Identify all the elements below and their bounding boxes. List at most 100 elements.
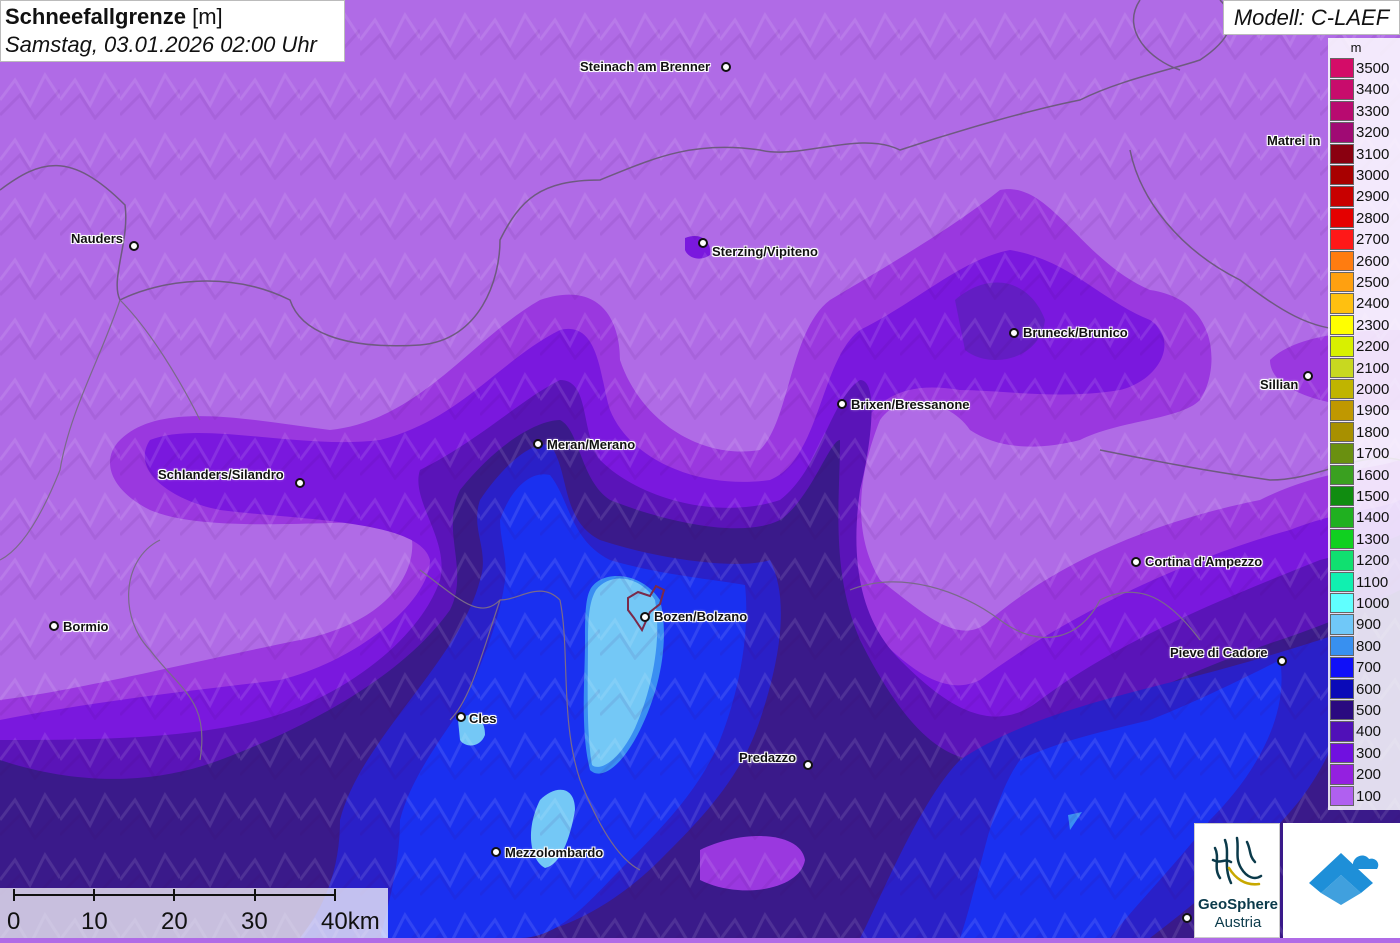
legend-item: 600	[1330, 678, 1400, 700]
legend-item: 2500	[1330, 272, 1400, 293]
legend-swatch	[1330, 764, 1354, 785]
city-label-cles: Cles	[469, 711, 497, 726]
legend-swatch	[1330, 700, 1354, 721]
legend-swatch	[1330, 143, 1354, 164]
city-dot-cles[interactable]	[456, 712, 466, 722]
legend-swatch	[1330, 314, 1354, 336]
legend-swatch	[1330, 100, 1354, 122]
model-label: Modell: C-LAEF	[1223, 0, 1400, 35]
legend-value: 3000	[1356, 167, 1390, 184]
legend-value: 2100	[1356, 359, 1390, 377]
legend-item: 2000	[1330, 379, 1400, 400]
legend-swatch	[1330, 678, 1354, 699]
legend-item: 1100	[1330, 571, 1400, 593]
legend-item: 3300	[1330, 100, 1400, 122]
scale-label-40km: 40km	[321, 908, 380, 935]
legend-value: 1300	[1356, 530, 1390, 548]
legend-swatch	[1330, 443, 1354, 464]
legend-item: 1200	[1330, 550, 1400, 571]
city-dot-bozen[interactable]	[640, 612, 650, 622]
legend-item: 3100	[1330, 143, 1400, 165]
scale-label-20: 20	[161, 908, 188, 935]
city-label-bozen: Bozen/Bolzano	[654, 609, 748, 624]
legend-value: 2800	[1356, 209, 1390, 227]
color-legend: m 3500 3400 3300 3200 3100 3000 2900 2800 2700 26…	[1328, 38, 1400, 810]
map-title-box: Schneefallgrenze [m] Samstag, 03.01.2026…	[0, 0, 345, 62]
legend-value: 1900	[1356, 402, 1390, 420]
city-dot-bormio[interactable]	[49, 621, 59, 631]
legend-item: 1300	[1330, 528, 1400, 550]
legend-value: 2300	[1356, 316, 1390, 334]
legend-swatch	[1330, 486, 1354, 507]
city-label-pieve: Pieve di Cadore	[1170, 645, 1268, 660]
legend-item: 2100	[1330, 357, 1400, 379]
city-dot-predazzo[interactable]	[803, 760, 813, 770]
legend-swatch	[1330, 571, 1354, 592]
legend-value: 3300	[1356, 102, 1390, 120]
legend-value: 1100	[1356, 573, 1389, 591]
legend-value: 3100	[1356, 145, 1390, 163]
scale-label-0: 0	[7, 908, 21, 935]
legend-swatch	[1330, 635, 1354, 657]
city-dot-sillian[interactable]	[1303, 371, 1313, 381]
city-label-nauders: Nauders	[71, 231, 124, 246]
legend-swatch	[1330, 528, 1354, 550]
legend-item: 2900	[1330, 186, 1400, 207]
legend-value: 1700	[1356, 445, 1390, 463]
legend-swatch	[1330, 293, 1354, 314]
legend-item: 1800	[1330, 421, 1400, 443]
legend-item: 2400	[1330, 293, 1400, 314]
city-dot-schlanders[interactable]	[295, 478, 305, 488]
legend-swatch	[1330, 207, 1354, 229]
city-dot-pieve[interactable]	[1277, 656, 1287, 666]
city-dot-brixen[interactable]	[837, 399, 847, 409]
legend-item: 100	[1330, 785, 1400, 807]
city-label-brixen: Brixen/Bressanone	[851, 397, 970, 412]
city-label-bruneck: Bruneck/Brunico	[1023, 325, 1128, 340]
legend-item: 400	[1330, 721, 1400, 742]
city-dot-nauders[interactable]	[129, 241, 139, 251]
geosphere-sub: Austria	[1214, 914, 1262, 931]
legend-swatch	[1330, 742, 1354, 764]
legend-value: 900	[1356, 616, 1382, 634]
city-dot-cortina[interactable]	[1131, 557, 1141, 567]
legend-item: 900	[1330, 614, 1400, 635]
city-label-sillian: Sillian	[1260, 377, 1299, 392]
legend-swatch	[1330, 614, 1354, 635]
legend-swatch	[1330, 357, 1354, 378]
legend-swatch	[1330, 593, 1354, 614]
legend-item: 2700	[1330, 229, 1400, 250]
legend-value: 400	[1356, 723, 1382, 741]
legend-value: 2500	[1356, 274, 1390, 291]
city-dot-meran[interactable]	[533, 439, 543, 449]
legend-value: 1800	[1356, 423, 1390, 441]
legend-item: 800	[1330, 635, 1400, 657]
legend-value: 600	[1356, 680, 1382, 698]
legend-value: 2000	[1356, 381, 1390, 398]
legend-swatch	[1330, 58, 1354, 79]
legend-swatch	[1330, 550, 1354, 571]
legend-value: 1200	[1356, 552, 1390, 570]
legend-swatch	[1330, 79, 1354, 100]
city-dot-mezzolombardo[interactable]	[491, 847, 501, 857]
geosphere-name: GeoSphere	[1197, 896, 1279, 913]
legend-value: 2700	[1356, 231, 1390, 249]
legend-item: 1000	[1330, 593, 1400, 614]
legend-item: 3000	[1330, 165, 1400, 186]
geosphere-logo[interactable]: GeoSphere Austria	[1194, 823, 1280, 938]
legend-value: 500	[1356, 702, 1382, 719]
city-label-steinach: Steinach am Brenner	[580, 59, 711, 74]
legend-item: 300	[1330, 742, 1400, 764]
legend-item: 2600	[1330, 250, 1400, 272]
app-cloud-arrow-icon	[1309, 853, 1379, 905]
app-logo[interactable]	[1283, 823, 1400, 938]
city-label-schlanders: Schlanders/Silandro	[158, 467, 284, 482]
city-dot-bruneck[interactable]	[1009, 328, 1019, 338]
legend-swatch	[1330, 336, 1354, 357]
city-label-cortina: Cortina d'Ampezzo	[1145, 554, 1263, 569]
city-dot-steinach[interactable]	[721, 62, 731, 72]
city-dot-unnamed[interactable]	[1182, 913, 1192, 923]
legend-swatch	[1330, 464, 1354, 485]
city-dot-sterzing[interactable]	[698, 238, 708, 248]
legend-value: 300	[1356, 744, 1382, 762]
